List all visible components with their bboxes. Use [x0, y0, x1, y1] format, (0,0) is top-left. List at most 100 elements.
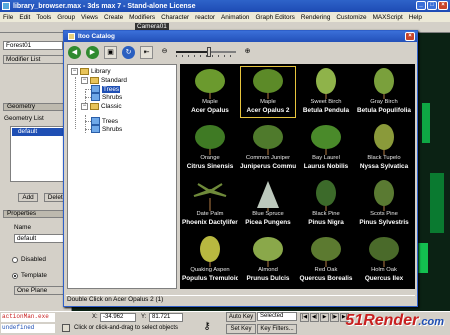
catalog-item[interactable]: Common Juniper Juniperus Communis: [240, 122, 296, 174]
tree-label: Standard: [101, 77, 127, 84]
maxscript-output-line[interactable]: undefined: [1, 324, 55, 333]
thumbnail-zoom-slider[interactable]: [176, 47, 236, 57]
maxscript-listener-line[interactable]: actionMan.exe: [1, 313, 55, 322]
list-item[interactable]: default: [12, 128, 68, 136]
up-level-icon[interactable]: ⇤: [140, 45, 153, 59]
y-coordinate-field[interactable]: 81.721: [149, 313, 183, 322]
catalog-item[interactable]: Quaking Aspen Populus Tremuloides: [182, 234, 238, 286]
catalog-item[interactable]: Maple Acer Opalus 2: [240, 66, 296, 118]
catalog-item[interactable]: Black Pine Pinus Nigra: [298, 178, 354, 230]
zoom-out-icon[interactable]: ⊖: [158, 46, 171, 59]
tree-category-icon: [91, 117, 100, 125]
menu-graph-editors[interactable]: Graph Editors: [252, 14, 297, 21]
folder-open-icon[interactable]: ▣: [104, 45, 117, 59]
name-label: Name: [14, 224, 32, 231]
play-icon[interactable]: ▶: [320, 313, 329, 322]
tree-label: Shrubs: [102, 93, 123, 101]
menu-help[interactable]: Help: [406, 14, 425, 21]
catalog-item-common-name: Blue Spruce: [252, 211, 284, 217]
set-key-button[interactable]: Set Key: [226, 324, 256, 334]
zoom-in-icon[interactable]: ⊕: [241, 46, 254, 59]
catalog-item[interactable]: Bay Laurel Laurus Nobilis: [298, 122, 354, 174]
catalog-item[interactable]: Orange Citrus Sinensis: [182, 122, 238, 174]
catalog-item[interactable]: Black Tupelo Nyssa Sylvatica: [356, 122, 412, 174]
catalog-item-latin-name: Acer Opalus 2: [246, 107, 290, 114]
key-icon[interactable]: ⚷: [200, 321, 214, 333]
window-titlebar: library_browser.max - 3ds max 7 - Stand-…: [0, 0, 450, 12]
catalog-item[interactable]: Sweet Birch Betula Pendula: [298, 66, 354, 118]
viewport-geometry: [422, 103, 430, 143]
catalog-item[interactable]: Maple Acer Opalus: [182, 66, 238, 118]
viewport-label[interactable]: Camera01: [135, 23, 169, 30]
menu-character[interactable]: Character: [158, 14, 192, 21]
add-button[interactable]: Add: [18, 193, 38, 202]
menu-file[interactable]: File: [0, 14, 16, 21]
key-filters-button[interactable]: Key Filters...: [257, 324, 297, 334]
catalog-item[interactable]: Date Palm Phoenix Dactylifera: [182, 178, 238, 230]
template-radio[interactable]: Template: [12, 272, 47, 279]
lock-selection-icon[interactable]: [62, 324, 70, 332]
menu-group[interactable]: Group: [54, 14, 78, 21]
catalog-thumbnail-grid[interactable]: Maple Acer Opalus Maple Acer Opalus 2 Sweet …: [180, 64, 415, 289]
menu-views[interactable]: Views: [78, 14, 101, 21]
catalog-icon: [68, 33, 75, 40]
geometry-rollout[interactable]: Geometry: [3, 103, 69, 111]
catalog-item[interactable]: Blue Spruce Picea Pungens: [240, 178, 296, 230]
tree-node-library[interactable]: − Library: [71, 68, 111, 75]
maximize-button[interactable]: □: [427, 1, 437, 10]
go-to-start-icon[interactable]: |◀: [300, 313, 309, 322]
back-arrow-icon[interactable]: ◀: [68, 45, 81, 59]
catalog-item[interactable]: Gray Birch Betula Populifolia: [356, 66, 412, 118]
tree-node-standard[interactable]: − Standard: [81, 77, 127, 84]
catalog-item-latin-name: Nyssa Sylvatica: [359, 163, 409, 170]
collapse-icon[interactable]: −: [81, 103, 88, 110]
modifier-list-dropdown[interactable]: Modifier List: [3, 55, 69, 64]
menu-rendering[interactable]: Rendering: [298, 14, 334, 21]
forward-arrow-icon[interactable]: ▶: [86, 45, 99, 59]
menu-modifiers[interactable]: Modifiers: [126, 14, 158, 21]
properties-rollout[interactable]: Properties: [3, 210, 69, 218]
menu-tools[interactable]: Tools: [33, 14, 54, 21]
tree-node-standard-shrubs[interactable]: Shrubs: [91, 93, 122, 101]
selection-set-dropdown[interactable]: Selected: [257, 312, 297, 321]
tree-node-classic-trees[interactable]: Trees: [91, 117, 118, 125]
catalog-item[interactable]: Almond Prunus Dulcis: [240, 234, 296, 286]
minimize-button[interactable]: _: [416, 1, 426, 10]
object-name-field[interactable]: Forest01: [3, 41, 63, 50]
slider-fill: [176, 51, 209, 53]
template-dropdown[interactable]: One Plane: [14, 286, 70, 295]
tree-node-classic[interactable]: − Classic: [81, 103, 122, 110]
catalog-item[interactable]: Red Oak Quercus Borealis: [298, 234, 354, 286]
library-tree[interactable]: − Library − Standard Trees Shrubs − Clas…: [67, 64, 177, 289]
menu-create[interactable]: Create: [101, 14, 126, 21]
tree-thumbnail-icon: [253, 237, 283, 267]
catalog-item[interactable]: Scots Pine Pinus Sylvestris: [356, 178, 412, 230]
auto-key-button[interactable]: Auto Key: [226, 312, 256, 322]
tree-node-standard-trees[interactable]: Trees: [91, 85, 121, 93]
tree-node-classic-shrubs[interactable]: Shrubs: [91, 125, 122, 133]
close-button[interactable]: ×: [438, 1, 448, 10]
name-field[interactable]: default: [14, 234, 70, 243]
menu-animation[interactable]: Animation: [218, 14, 252, 21]
next-frame-icon[interactable]: |▶: [330, 313, 339, 322]
mouse-cursor-icon: [130, 147, 142, 160]
catalog-item-latin-name: Betula Populifolia: [357, 107, 411, 114]
tree-thumbnail-icon: [257, 181, 279, 211]
collapse-icon[interactable]: −: [71, 68, 78, 75]
refresh-icon[interactable]: ↻: [122, 45, 135, 59]
menu-maxscript[interactable]: MAXScript: [370, 14, 406, 21]
x-coordinate-field[interactable]: -34.962: [100, 313, 136, 322]
disabled-radio[interactable]: Disabled: [12, 256, 46, 263]
geometry-list[interactable]: default: [10, 126, 70, 182]
catalog-item-common-name: Holm Oak: [371, 267, 397, 273]
menu-edit[interactable]: Edit: [16, 14, 33, 21]
collapse-icon[interactable]: −: [81, 77, 88, 84]
previous-frame-icon[interactable]: ◀|: [310, 313, 319, 322]
app-icon: [2, 2, 10, 10]
slider-thumb[interactable]: [207, 47, 211, 57]
menu-bar: File Edit Tools Group Views Create Modif…: [0, 12, 450, 22]
menu-customize[interactable]: Customize: [333, 14, 369, 21]
catalog-item[interactable]: Holm Oak Quercus Ilex: [356, 234, 412, 286]
menu-reactor[interactable]: reactor: [192, 14, 218, 21]
dialog-close-button[interactable]: ×: [405, 32, 415, 41]
